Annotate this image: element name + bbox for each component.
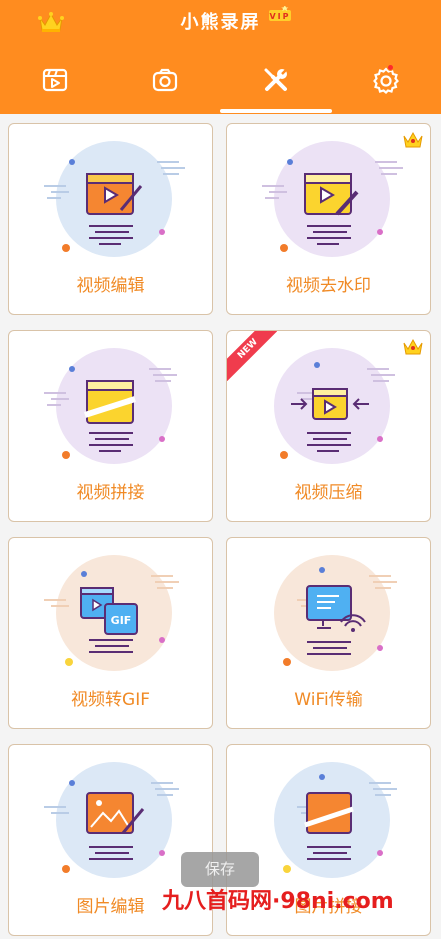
tab-camera[interactable] <box>110 55 220 105</box>
settings-gear-icon <box>372 67 399 94</box>
tab-settings[interactable] <box>331 55 441 105</box>
tool-label: 视频转GIF <box>71 690 150 710</box>
video-merge-icon <box>44 348 177 464</box>
image-edit-icon <box>44 762 179 878</box>
svg-text:GIF: GIF <box>111 614 132 627</box>
watermark-text: 九八首码网·98ni.com <box>162 889 394 914</box>
tab-bar <box>0 55 441 105</box>
notification-dot <box>386 64 394 71</box>
image-merge-icon <box>274 762 397 878</box>
tool-label: 视频去水印 <box>286 276 371 296</box>
app-header: 小熊录屏 VIP <box>0 0 441 114</box>
camera-icon <box>153 68 178 92</box>
tool-card-video-to-gif[interactable]: GIF 视频转GIF <box>8 537 213 729</box>
tool-card-wifi-transfer[interactable]: WiFi传输 <box>226 537 431 729</box>
tool-label: WiFi传输 <box>294 690 363 710</box>
tab-tools[interactable] <box>221 55 331 105</box>
video-edit-icon <box>44 141 185 257</box>
svg-text:VIP: VIP <box>269 12 290 21</box>
tool-label: 视频拼接 <box>76 483 145 503</box>
save-button[interactable]: 保存 <box>181 852 259 887</box>
tool-label: 视频编辑 <box>76 276 145 296</box>
video-watermark-remove-icon <box>262 141 403 257</box>
tab-video[interactable] <box>0 55 110 105</box>
tool-card-video-watermark-remove[interactable]: 视频去水印 <box>226 123 431 315</box>
tab-indicator <box>220 109 332 113</box>
video-to-gif-icon: GIF <box>44 555 179 671</box>
premium-crown-icon <box>403 338 423 355</box>
video-clip-icon <box>43 68 68 92</box>
video-compress-icon <box>274 348 395 464</box>
tools-icon <box>264 68 287 91</box>
tool-label: 视频压缩 <box>294 483 363 503</box>
tool-card-video-merge[interactable]: 视频拼接 <box>8 330 213 522</box>
vip-badge-icon: VIP <box>268 6 291 21</box>
app-title: 小熊录屏 VIP <box>181 6 291 34</box>
tool-card-video-compress[interactable]: NEW 视频压缩 <box>226 330 431 522</box>
premium-crown-icon <box>403 131 423 148</box>
wifi-transfer-icon <box>274 555 397 671</box>
tool-card-video-edit[interactable]: 视频编辑 <box>8 123 213 315</box>
